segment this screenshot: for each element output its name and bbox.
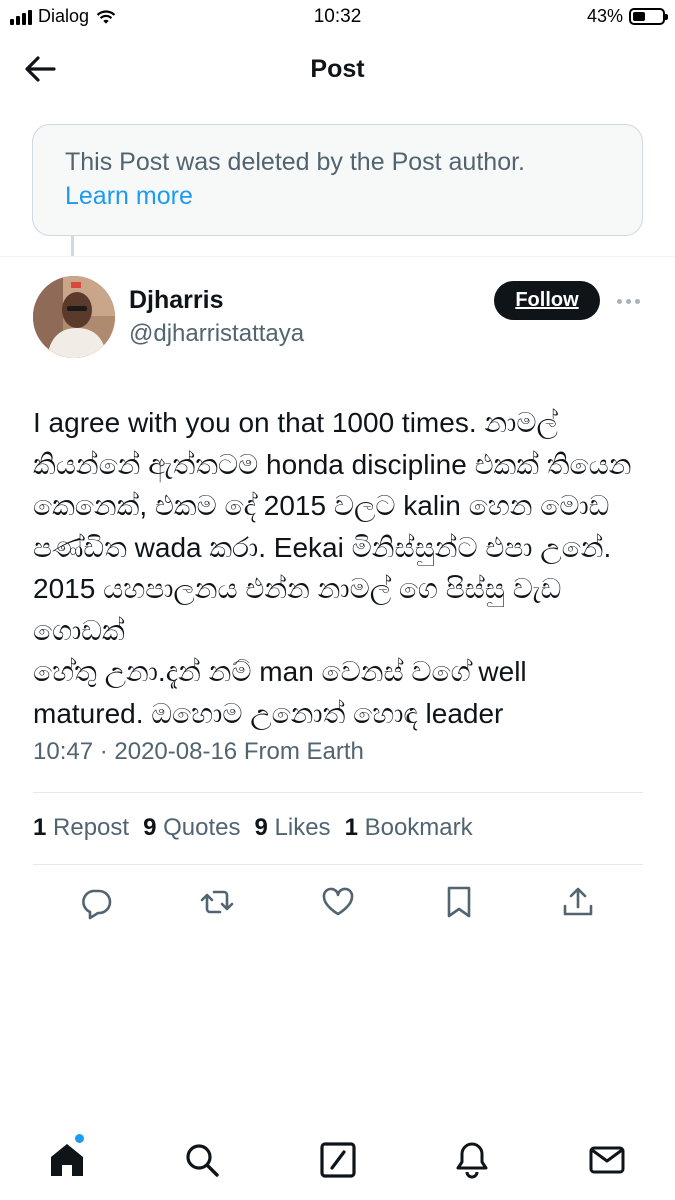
- search-icon[interactable]: [182, 1140, 222, 1180]
- bookmarks-stat[interactable]: 1 Bookmark: [345, 814, 473, 842]
- notifications-icon[interactable]: [452, 1140, 492, 1180]
- author-name[interactable]: Djharris: [129, 286, 223, 315]
- divider: [33, 864, 643, 865]
- messages-icon[interactable]: [587, 1140, 627, 1180]
- deleted-post-notice: This Post was deleted by the Post author…: [32, 124, 643, 236]
- post-timestamp: 10:47 · 2020-08-16 From Earth: [33, 738, 364, 765]
- post-text: I agree with you on that 1000 times. නාම…: [33, 407, 632, 729]
- quotes-stat[interactable]: 9 Quotes: [143, 814, 240, 842]
- thread-connector: [71, 236, 74, 256]
- learn-more-link[interactable]: Learn more: [65, 179, 610, 213]
- reposts-stat[interactable]: 1 Repost: [33, 814, 129, 842]
- more-options-icon[interactable]: [613, 289, 643, 313]
- clock: 10:32: [313, 6, 362, 27]
- bottom-tab-bar: [0, 1130, 675, 1190]
- divider: [33, 792, 643, 793]
- repost-icon[interactable]: [199, 884, 235, 920]
- likes-stat[interactable]: 9 Likes: [255, 814, 331, 842]
- bookmark-icon[interactable]: [441, 884, 477, 920]
- battery-icon: [629, 8, 668, 25]
- top-app-bar: Post: [0, 36, 675, 100]
- engagement-stats: 1 Repost 9 Quotes 9 Likes 1 Bookmark: [33, 814, 473, 842]
- deleted-notice-message: This Post was deleted by the Post author…: [65, 148, 525, 176]
- compose-icon[interactable]: [318, 1140, 358, 1180]
- status-bar: Dialog 10:32 43%: [0, 0, 675, 36]
- divider: [0, 256, 675, 257]
- home-icon[interactable]: [47, 1140, 87, 1180]
- author-handle[interactable]: @djharristattaya: [129, 320, 304, 348]
- battery-percent: 43%: [586, 6, 623, 26]
- share-icon[interactable]: [560, 884, 596, 920]
- page-title: Post: [310, 55, 365, 83]
- avatar[interactable]: [33, 276, 115, 358]
- follow-button[interactable]: Follow: [494, 281, 600, 320]
- like-icon[interactable]: [320, 884, 356, 920]
- reply-icon[interactable]: [78, 884, 114, 920]
- new-content-indicator: [75, 1134, 84, 1143]
